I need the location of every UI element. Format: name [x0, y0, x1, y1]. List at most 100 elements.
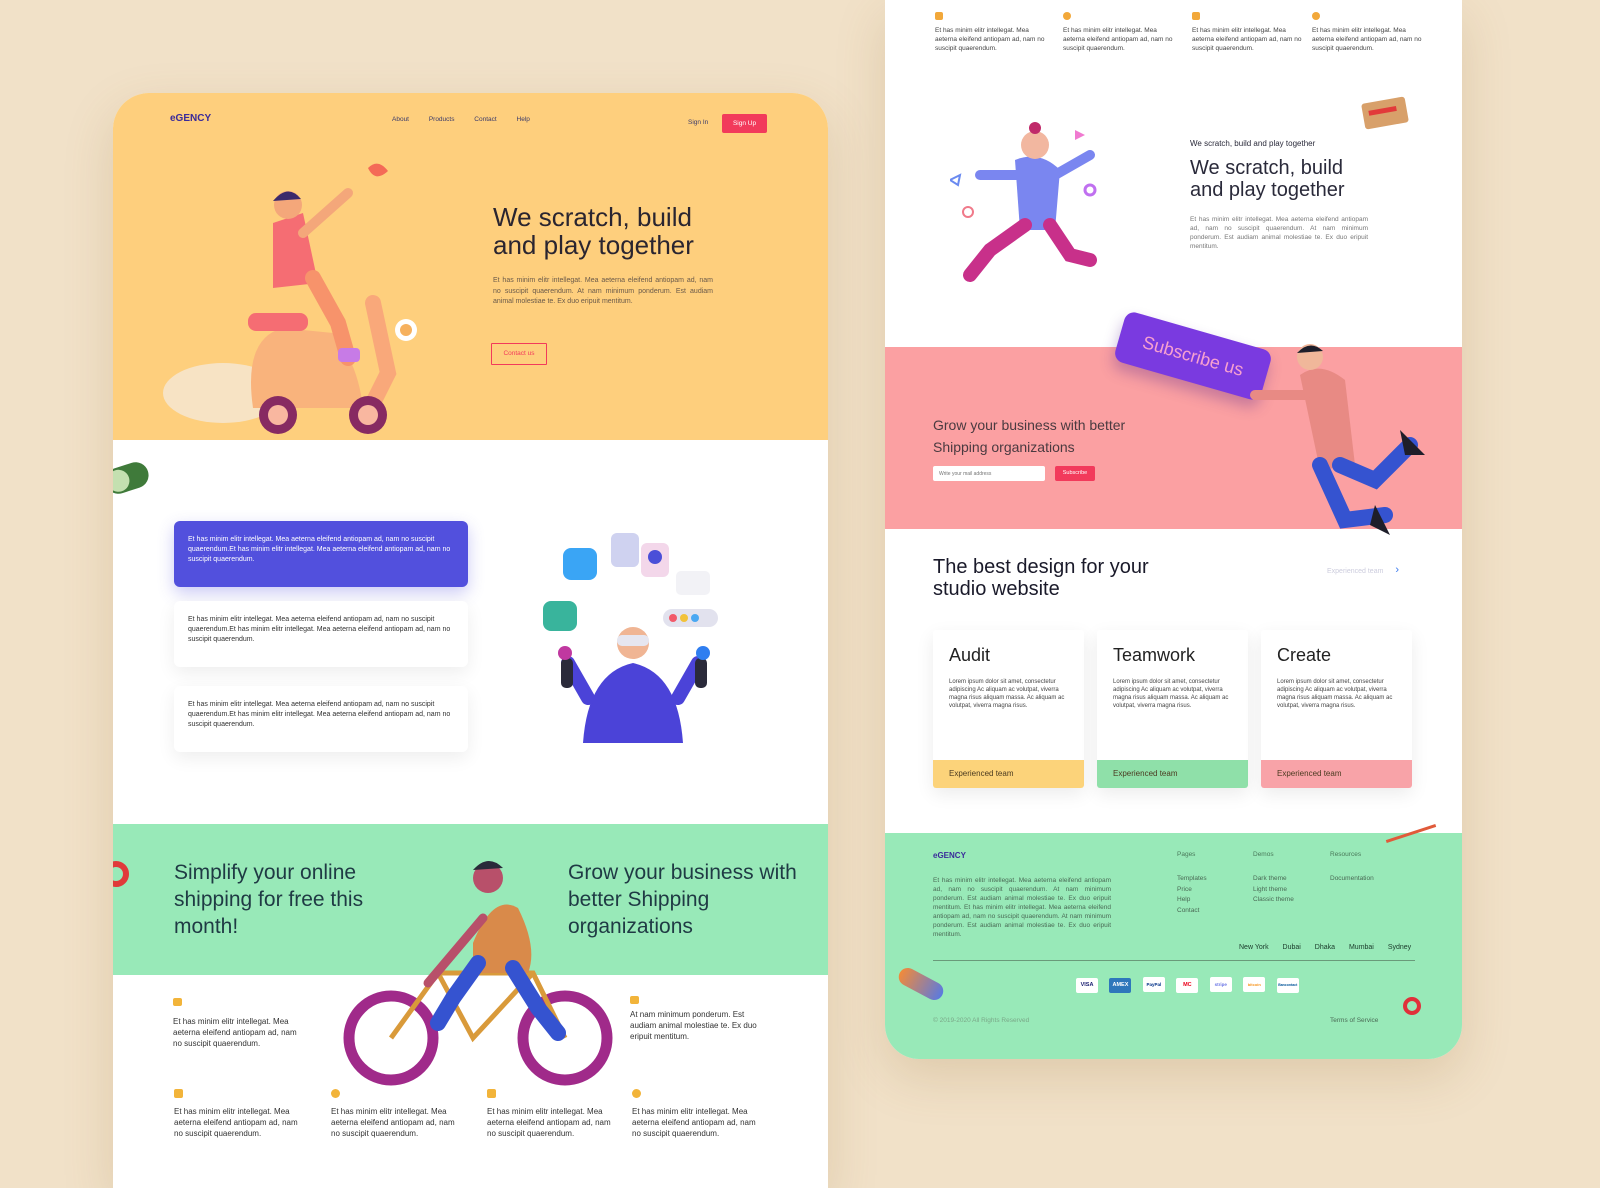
best-design-title-line1: The best design for your	[933, 556, 1149, 578]
card-title: Audit	[949, 645, 991, 665]
right-page-mockup: Et has minim elitr intellegat. Mea aeter…	[885, 0, 1462, 1059]
feature-text: Et has minim elitr intellegat. Mea aeter…	[188, 616, 451, 643]
top-feature: Et has minim elitr intellegat. Mea aeter…	[1063, 12, 1173, 53]
subscribe-title-line1: Grow your business with better	[933, 417, 1126, 433]
contact-us-button[interactable]: Contact us	[491, 343, 547, 365]
smile-icon	[1063, 12, 1071, 20]
footer-col-demos: Demos Dark theme Light theme Classic the…	[1253, 851, 1294, 906]
experienced-team-link-label: Experienced team	[1327, 568, 1384, 575]
service-card-create[interactable]: Create Lorem ipsum dolor sit amet, conse…	[1261, 630, 1412, 788]
footer-cities: New York Dubai Dhaka Mumbai Sydney	[1239, 944, 1411, 951]
footer-col-resources: Resources Documentation	[1330, 851, 1374, 885]
feature-card-active[interactable]: Et has minim elitr intellegat. Mea aeter…	[174, 521, 468, 587]
card-title: Create	[1277, 645, 1332, 665]
feature-card[interactable]: Et has minim elitr intellegat. Mea aeter…	[174, 686, 468, 752]
card-body: Lorem ipsum dolor sit amet, consectetur …	[949, 679, 1065, 709]
footer-col-title: Demos	[1253, 851, 1274, 858]
city-link[interactable]: Dubai	[1283, 944, 1301, 951]
left-page-mockup: eGENCY About Products Contact Help Sign …	[113, 93, 828, 1188]
subscribe-title-line2: Shipping organizations	[933, 439, 1075, 455]
sign-up-button[interactable]: Sign Up	[722, 114, 767, 133]
card-footer: Experienced team	[1261, 760, 1412, 788]
visa-icon: VISA	[1076, 978, 1098, 993]
footer-logo[interactable]: eGENCY	[933, 851, 966, 860]
card-body: Lorem ipsum dolor sit amet, consectetur …	[1113, 679, 1229, 709]
feature-text: Et has minim elitr intellegat. Mea aeter…	[188, 536, 451, 563]
experienced-team-link[interactable]: Experienced team ›	[1327, 564, 1399, 576]
mastercard-icon: MC	[1176, 978, 1199, 993]
plus-icon	[174, 1089, 183, 1098]
footer-divider	[933, 960, 1415, 961]
terms-link[interactable]: Terms of Service	[1330, 1016, 1378, 1025]
top-nav: About Products Contact Help	[392, 116, 530, 123]
bottom-feature-text: Et has minim elitr intellegat. Mea aeter…	[331, 1107, 455, 1138]
city-link[interactable]: Sydney	[1388, 944, 1411, 951]
bottom-feature-text: Et has minim elitr intellegat. Mea aeter…	[174, 1107, 298, 1138]
card-title: Teamwork	[1113, 645, 1196, 665]
footer-col-pages: Pages Templates Price Help Contact	[1177, 851, 1207, 916]
feature-card[interactable]: Et has minim elitr intellegat. Mea aeter…	[174, 601, 468, 667]
footer-col-title: Pages	[1177, 851, 1196, 858]
amex-icon: AMEX	[1109, 978, 1132, 993]
bottom-feature-text: Et has minim elitr intellegat. Mea aeter…	[632, 1107, 756, 1138]
bottom-feature-text: Et has minim elitr intellegat. Mea aeter…	[487, 1107, 611, 1138]
box-icon	[487, 1089, 496, 1098]
bitcoin-icon: bitcoin	[1243, 977, 1266, 992]
city-link[interactable]: New York	[1239, 944, 1269, 951]
top-feature: Et has minim elitr intellegat. Mea aeter…	[1312, 12, 1422, 53]
top-feature: Et has minim elitr intellegat. Mea aeter…	[1192, 12, 1302, 53]
bag-icon	[173, 998, 182, 1006]
card-footer: Experienced team	[1097, 760, 1248, 788]
footer-link[interactable]: Templates	[1177, 874, 1207, 885]
subscribe-button[interactable]: Subscribe	[1055, 466, 1095, 481]
footer-col-title: Resources	[1330, 851, 1362, 858]
email-input[interactable]	[933, 466, 1045, 481]
cart-icon	[630, 996, 639, 1004]
copyright: © 2019-2020 All Rights Reserved	[933, 1017, 1030, 1024]
city-link[interactable]: Mumbai	[1349, 944, 1374, 951]
footer-link[interactable]: Classic theme	[1253, 895, 1294, 906]
top-feature-text: Et has minim elitr intellegat. Mea aeter…	[1192, 27, 1302, 52]
capsule-decoration	[113, 458, 152, 498]
hero-title-line1: We scratch, build	[493, 202, 692, 232]
logo[interactable]: eGENCY	[170, 113, 211, 124]
footer-link[interactable]: Price	[1177, 885, 1207, 896]
footer-link[interactable]: Help	[1177, 895, 1207, 906]
hero-body: Et has minim elitr intellegat. Mea aeter…	[493, 277, 713, 305]
section-eyebrow: We scratch, build and play together	[1190, 139, 1316, 148]
top-feature-text: Et has minim elitr intellegat. Mea aeter…	[1063, 27, 1173, 52]
plus-icon	[935, 12, 943, 20]
footer-link[interactable]: Light theme	[1253, 885, 1294, 896]
check-icon	[632, 1089, 641, 1098]
bottom-feature: Et has minim elitr intellegat. Mea aeter…	[632, 1089, 762, 1139]
nav-about[interactable]: About	[392, 116, 409, 123]
footer-link[interactable]: Dark theme	[1253, 874, 1294, 885]
city-link[interactable]: Dhaka	[1315, 944, 1335, 951]
section-title-line1: We scratch, build	[1190, 157, 1344, 179]
flying-man-illustration	[1250, 344, 1425, 535]
sign-in-link[interactable]: Sign In	[688, 119, 708, 126]
top-feature-text: Et has minim elitr intellegat. Mea aeter…	[1312, 27, 1422, 52]
card-decoration	[1361, 96, 1409, 130]
bottom-feature: Et has minim elitr intellegat. Mea aeter…	[174, 1089, 304, 1139]
footer-link[interactable]: Contact	[1177, 906, 1207, 917]
service-card-teamwork[interactable]: Teamwork Lorem ipsum dolor sit amet, con…	[1097, 630, 1248, 788]
nav-contact[interactable]: Contact	[474, 116, 496, 123]
card-footer: Experienced team	[933, 760, 1084, 788]
box-icon	[1192, 12, 1200, 20]
paypal-icon: PayPal	[1142, 977, 1165, 992]
footer-link[interactable]: Documentation	[1330, 874, 1374, 885]
hero-title: We scratch, build and play together	[493, 203, 694, 259]
footer-about: Et has minim elitr intellegat. Mea aeter…	[933, 877, 1111, 938]
juggler-illustration	[543, 533, 718, 743]
cyclist-illustration	[343, 860, 613, 1086]
service-card-audit[interactable]: Audit Lorem ipsum dolor sit amet, consec…	[933, 630, 1084, 788]
top-feature: Et has minim elitr intellegat. Mea aeter…	[935, 12, 1045, 53]
nav-help[interactable]: Help	[517, 116, 530, 123]
section-body: Et has minim elitr intellegat. Mea aeter…	[1190, 216, 1368, 250]
card-body: Lorem ipsum dolor sit amet, consectetur …	[1277, 679, 1393, 709]
subscribe-title: Grow your business with better Shipping …	[933, 414, 1125, 458]
nav-products[interactable]: Products	[429, 116, 455, 123]
chevron-right-icon: ›	[1395, 564, 1400, 576]
best-design-title-line2: studio website	[933, 578, 1060, 600]
